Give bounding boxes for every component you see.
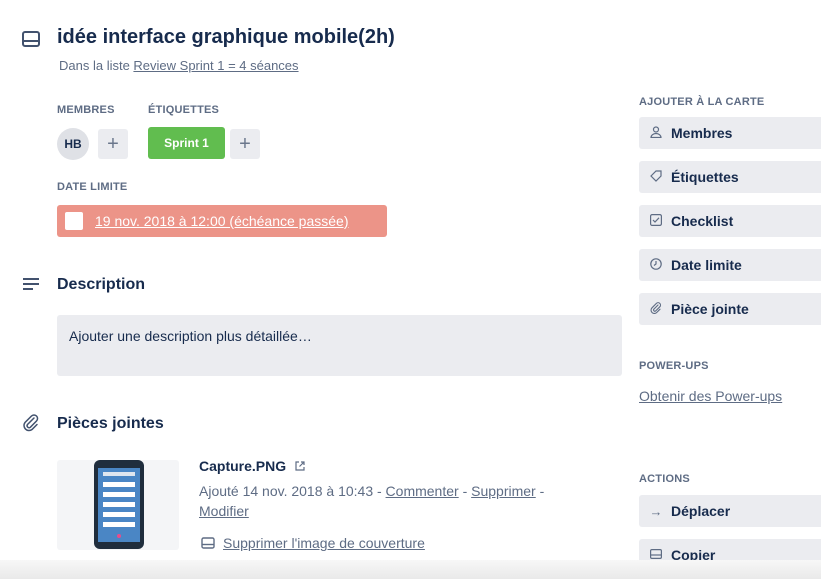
meta-separator: - <box>458 483 472 499</box>
remove-cover-label[interactable]: Supprimer l'image de couverture <box>223 535 425 551</box>
attachment-thumbnail[interactable] <box>57 460 179 550</box>
attachment-meta: Ajouté 14 nov. 2018 à 10:43 - Commenter … <box>199 481 609 521</box>
powerups-heading: POWER-UPS <box>639 360 709 372</box>
actions-heading: ACTIONS <box>639 473 690 485</box>
attachment-added: Ajouté 14 nov. 2018 à 10:43 - <box>199 483 386 499</box>
due-date-button[interactable]: Date limite <box>639 249 821 281</box>
clock-icon <box>649 257 663 273</box>
description-placeholder: Ajouter une description plus détaillée… <box>69 328 312 344</box>
members-button[interactable]: Membres <box>639 117 821 149</box>
remove-cover-link[interactable]: Supprimer l'image de couverture <box>201 535 425 551</box>
cover-icon <box>201 537 215 549</box>
avatar[interactable]: HB <box>57 128 89 160</box>
labels-label: ÉTIQUETTES <box>148 104 220 116</box>
checkbox-icon <box>649 213 663 229</box>
list-breadcrumb: Dans la liste Review Sprint 1 = 4 séance… <box>59 58 299 73</box>
edit-link[interactable]: Modifier <box>199 503 249 519</box>
due-complete-checkbox[interactable] <box>65 212 83 230</box>
due-date-button-label: Date limite <box>671 257 742 273</box>
card-icon <box>22 31 40 47</box>
move-button[interactable]: → Déplacer <box>639 495 821 527</box>
move-button-label: Déplacer <box>671 503 731 519</box>
list-prefix: Dans la liste <box>59 58 134 73</box>
delete-link[interactable]: Supprimer <box>471 483 536 499</box>
label-chip-sprint1[interactable]: Sprint 1 <box>148 127 225 159</box>
add-to-card-heading: AJOUTER À LA CARTE <box>639 96 765 108</box>
attachment-name[interactable]: Capture.PNG <box>199 458 306 474</box>
person-icon <box>649 125 663 141</box>
due-date-badge[interactable]: 19 nov. 2018 à 12:00 (échéance passée) <box>57 205 387 237</box>
due-date-text[interactable]: 19 nov. 2018 à 12:00 (échéance passée) <box>95 213 348 229</box>
arrow-right-icon: → <box>649 503 663 519</box>
add-member-button[interactable]: + <box>98 129 128 159</box>
due-label: DATE LIMITE <box>57 181 128 193</box>
paperclip-icon <box>649 301 663 317</box>
get-powerups-link[interactable]: Obtenir des Power-ups <box>639 386 809 406</box>
labels-button[interactable]: Étiquettes <box>639 161 821 193</box>
description-icon <box>22 277 40 291</box>
list-link[interactable]: Review Sprint 1 = 4 séances <box>133 58 298 73</box>
card-title[interactable]: idée interface graphique mobile(2h) <box>57 26 395 49</box>
meta-separator-2: - <box>535 483 545 499</box>
checklist-button-label: Checklist <box>671 213 734 229</box>
paperclip-icon <box>22 414 40 432</box>
members-label: MEMBRES <box>57 104 115 116</box>
checklist-button[interactable]: Checklist <box>639 205 821 237</box>
description-field[interactable]: Ajouter une description plus détaillée… <box>57 315 622 376</box>
attachment-filename[interactable]: Capture.PNG <box>199 458 286 474</box>
labels-button-label: Étiquettes <box>671 169 739 185</box>
phone-mockup-image <box>94 460 144 549</box>
attachment-button-label: Pièce jointe <box>671 301 749 317</box>
attachment-button[interactable]: Pièce jointe <box>639 293 821 325</box>
tag-icon <box>649 169 663 185</box>
add-label-button[interactable]: + <box>230 129 260 159</box>
external-link-icon[interactable] <box>294 458 306 474</box>
description-heading: Description <box>57 276 146 293</box>
attachments-heading: Pièces jointes <box>57 415 164 432</box>
bottom-edge <box>0 560 821 579</box>
comment-link[interactable]: Commenter <box>386 483 459 499</box>
members-button-label: Membres <box>671 125 733 141</box>
